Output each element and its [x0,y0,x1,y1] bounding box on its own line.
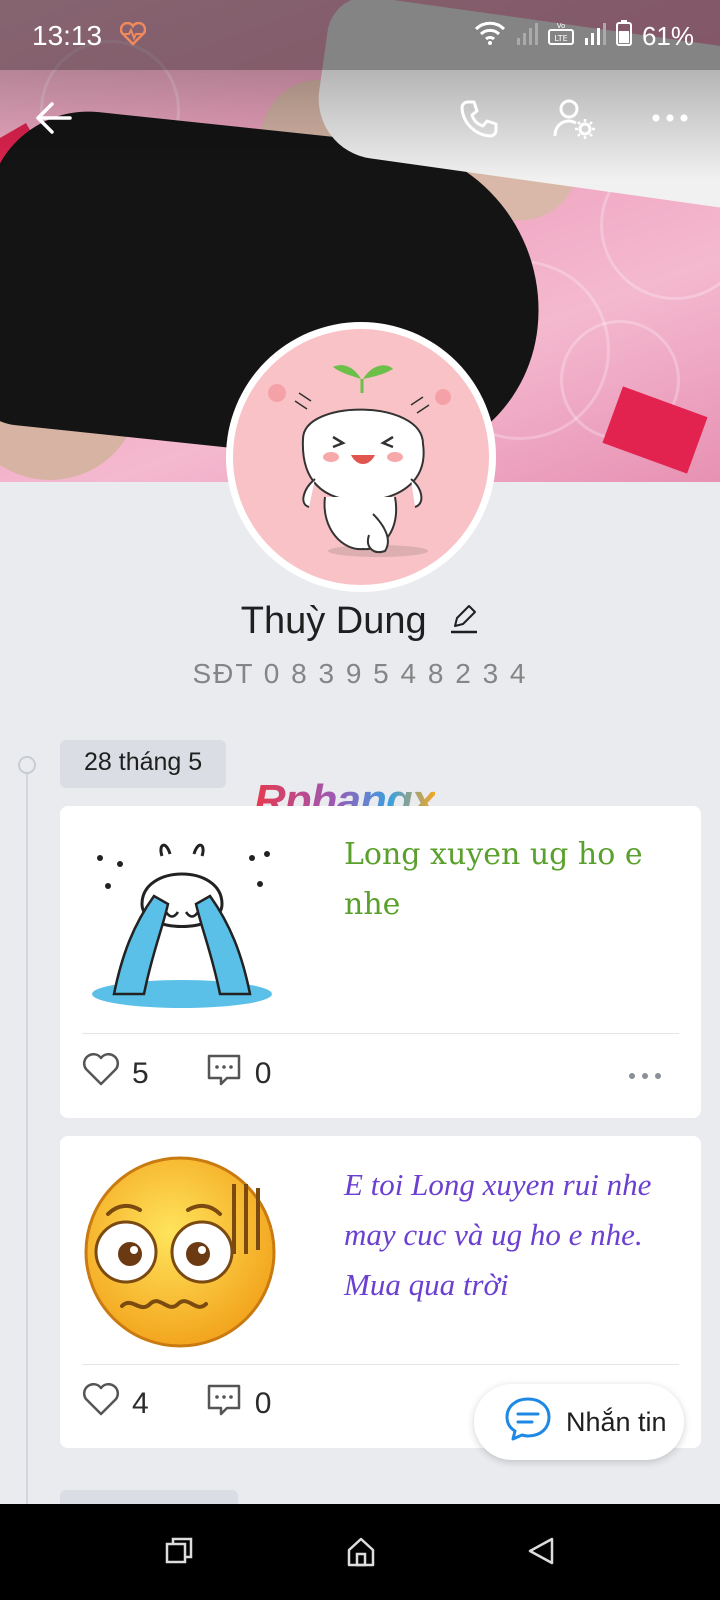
comment-button[interactable]: 0 [205,1052,272,1096]
svg-text:Vo: Vo [557,22,566,30]
back-arrow-icon[interactable] [34,100,74,141]
more-options-icon[interactable] [652,104,688,137]
timeline-dot [18,756,36,774]
date-chip: 28 tháng 5 [60,740,227,788]
comment-button[interactable]: 0 [205,1382,272,1426]
like-button[interactable]: 4 [82,1383,149,1425]
timeline-line [26,764,28,1504]
sprout-character-avatar [268,365,451,557]
heart-icon [82,1053,120,1095]
edit-name-icon[interactable] [449,601,479,644]
wifi-icon [474,20,506,53]
comment-icon [205,1052,243,1096]
message-button-label: Nhắn tin [566,1406,667,1437]
system-nav-bar [0,1504,720,1600]
post-card[interactable]: Long xuyen ug ho e nhe 5 0 [60,806,701,1118]
signal-icon [584,21,606,53]
worried-face-emoji [82,1154,278,1355]
profile-name: Thuỳ Dung [240,600,427,642]
user-settings-icon[interactable] [552,98,596,145]
message-button[interactable]: Nhắn tin [474,1384,684,1460]
heart-icon [82,1383,120,1425]
profile-name-row: Thuỳ Dung [0,600,720,644]
phone-call-icon[interactable] [458,98,500,145]
profile-phone: SĐT 0 8 3 9 5 4 8 2 3 4 [192,658,528,689]
like-count: 4 [132,1387,149,1420]
comment-icon [205,1382,243,1426]
post-more-icon[interactable] [627,1056,663,1090]
battery-icon [615,20,632,53]
home-icon[interactable] [346,1536,376,1573]
post-divider [82,1033,679,1034]
signal-icon [516,21,538,53]
status-bar: 13:13 LTE Vo 61% [0,0,720,70]
battery-percent: 61% [641,21,694,51]
like-count: 5 [132,1057,149,1090]
avatar[interactable] [226,322,496,592]
post-divider [82,1364,679,1365]
recents-icon[interactable] [164,1536,194,1571]
comment-count: 0 [254,1057,272,1090]
volte-icon: LTE Vo [547,20,574,53]
status-time: 13:13 [32,20,103,51]
svg-text:LTE: LTE [554,34,567,43]
post-text: Long xuyen ug ho e nhe [344,837,643,922]
crying-bunny-sticker [82,834,282,1019]
like-button[interactable]: 5 [82,1053,149,1095]
health-heart-icon [119,21,147,53]
post-text: E toi Long xuyen rui nhe may cuc và ug h… [344,1167,652,1302]
comment-count: 0 [254,1387,272,1420]
back-nav-icon[interactable] [526,1536,556,1571]
chat-bubble-icon [504,1396,552,1449]
